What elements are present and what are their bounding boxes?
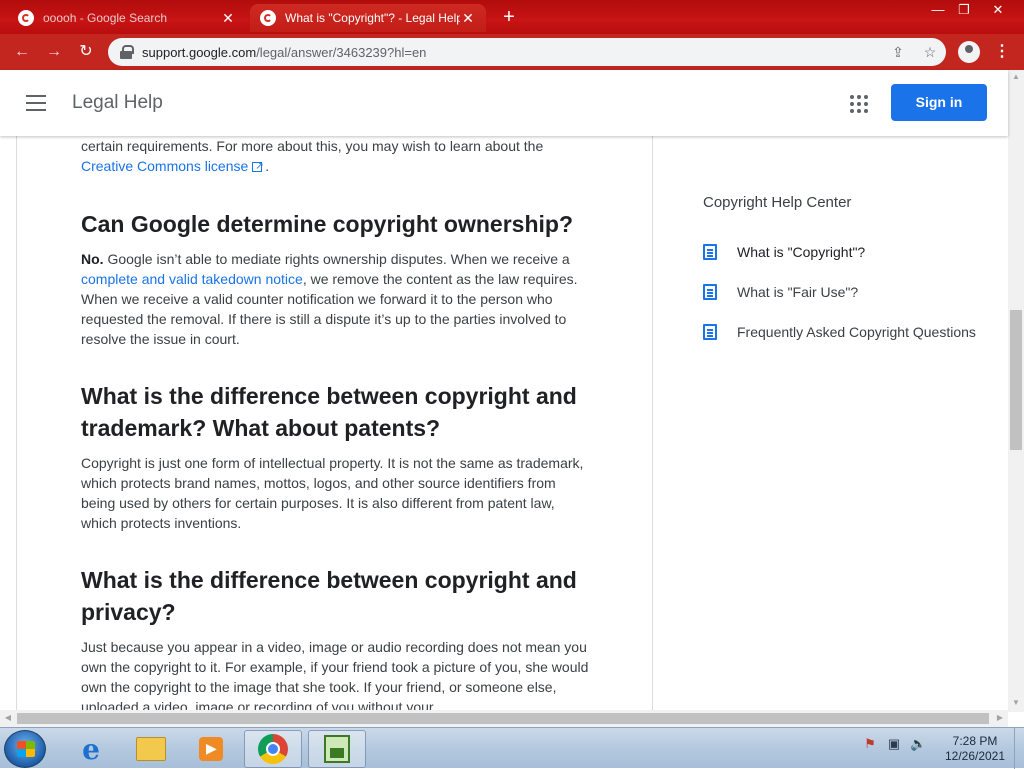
section-heading: What is the difference between copyright… <box>81 567 577 625</box>
url-path: /legal/answer/3463239?hl=en <box>256 44 427 60</box>
windows-taskbar: e ⚑ ▣ 🔈 7:28 PM 12/26/2021 <box>0 727 1024 769</box>
taskbar-clock[interactable]: 7:28 PM 12/26/2021 <box>938 734 1012 764</box>
scroll-up-arrow-icon[interactable]: ▲ <box>1008 72 1024 81</box>
google-apps-icon[interactable] <box>850 95 868 113</box>
sidebar-item-label: What is "Fair Use"? <box>737 284 859 300</box>
action-center-flag-icon[interactable]: ⚑ <box>862 736 878 752</box>
volume-icon[interactable]: 🔈 <box>910 736 926 752</box>
tab-google-search[interactable]: ooooh - Google Search ✕ <box>8 4 246 32</box>
media-player-icon <box>199 737 223 761</box>
taskbar-file-explorer[interactable] <box>122 730 180 768</box>
article: certain requirements. For more about thi… <box>16 136 653 710</box>
taskbar-recorder-app[interactable] <box>308 730 366 768</box>
vertical-scrollbar[interactable]: ▲ ▼ <box>1008 70 1024 712</box>
tab-title: What is "Copyright"? - Legal Help <box>285 11 460 25</box>
lock-icon <box>120 45 134 59</box>
start-button[interactable] <box>4 730 46 768</box>
system-tray: ⚑ ▣ 🔈 <box>862 736 926 752</box>
folder-icon <box>136 737 166 761</box>
sidebar-item-faq[interactable]: Frequently Asked Copyright Questions <box>703 320 1003 344</box>
taskbar-chrome[interactable] <box>244 730 302 768</box>
hamburger-menu-icon[interactable] <box>26 95 46 111</box>
clock-time: 7:28 PM <box>952 734 998 748</box>
browser-menu-icon[interactable]: ⋮ <box>994 40 1010 64</box>
close-window-button[interactable]: ✕ <box>986 2 1010 18</box>
chrome-icon <box>258 734 288 764</box>
sign-in-button[interactable]: Sign in <box>891 84 987 121</box>
scroll-left-arrow-icon[interactable]: ◀ <box>0 713 16 722</box>
intro-end: . <box>265 158 270 174</box>
reload-icon[interactable]: ↻ <box>74 40 98 64</box>
show-desktop-button[interactable] <box>1014 728 1024 769</box>
recorder-app-icon <box>324 735 350 763</box>
creative-commons-link[interactable]: Creative Commons license <box>81 158 248 174</box>
document-icon <box>703 324 717 340</box>
bold-lead: No. <box>81 251 104 267</box>
sidebar-title: Copyright Help Center <box>703 194 852 211</box>
taskbar-internet-explorer[interactable]: e <box>62 730 120 768</box>
horizontal-scroll-thumb[interactable] <box>17 713 989 724</box>
browser-toolbar: ← → ↻ support.google.com/legal/answer/34… <box>0 34 1024 70</box>
tab-title: ooooh - Google Search <box>43 11 168 25</box>
section-paragraph: Just because you appear in a video, imag… <box>81 639 589 710</box>
sidebar-item-label: Frequently Asked Copyright Questions <box>737 324 976 340</box>
takedown-notice-link[interactable]: complete and valid takedown notice <box>81 271 303 287</box>
section-paragraph: No. Google isn’t able to mediate rights … <box>81 249 593 349</box>
sidebar-item-what-is-copyright[interactable]: What is "Copyright"? <box>703 240 1003 264</box>
clock-date: 12/26/2021 <box>944 749 1006 763</box>
vertical-scroll-thumb[interactable] <box>1010 310 1022 450</box>
maximize-button[interactable]: ❐ <box>952 2 976 18</box>
close-tab-icon[interactable]: ✕ <box>220 10 236 27</box>
document-icon <box>703 244 717 260</box>
back-arrow-icon[interactable]: ← <box>10 40 34 64</box>
intro-paragraph: certain requirements. For more about thi… <box>81 136 593 177</box>
section-heading: What is the difference between copyright… <box>81 383 577 441</box>
scroll-down-arrow-icon[interactable]: ▼ <box>1008 698 1024 707</box>
section-paragraph: Copyright is just one form of intellectu… <box>81 455 584 531</box>
document-icon <box>703 284 717 300</box>
minimize-button[interactable]: — <box>926 2 950 18</box>
site-title[interactable]: Legal Help <box>72 92 163 114</box>
page-content: certain requirements. For more about thi… <box>0 136 1008 710</box>
paragraph-text: Google isn’t able to mediate rights owne… <box>103 251 570 267</box>
google-favicon-icon <box>260 10 276 26</box>
close-tab-icon[interactable]: ✕ <box>460 10 476 27</box>
external-link-icon <box>252 157 264 177</box>
internet-explorer-icon: e <box>82 732 100 766</box>
horizontal-scrollbar[interactable]: ◀ ▶ <box>0 710 1008 727</box>
site-header: Legal Help Sign in <box>0 70 1008 136</box>
tab-legal-help[interactable]: What is "Copyright"? - Legal Help ✕ <box>250 4 486 32</box>
google-favicon-icon <box>18 10 34 26</box>
intro-text: certain requirements. For more about thi… <box>81 138 544 154</box>
sidebar-item-fair-use[interactable]: What is "Fair Use"? <box>703 280 1003 304</box>
profile-avatar-icon[interactable] <box>958 41 980 63</box>
forward-arrow-icon[interactable]: → <box>42 40 66 64</box>
network-icon[interactable]: ▣ <box>886 736 902 752</box>
scroll-right-arrow-icon[interactable]: ▶ <box>992 713 1008 722</box>
new-tab-button[interactable]: + <box>498 6 520 28</box>
share-icon[interactable]: ⇪ <box>890 44 906 60</box>
bookmark-star-icon[interactable]: ☆ <box>922 44 938 60</box>
section-heading: Can Google determine copyright ownership… <box>81 211 573 237</box>
url-host: support.google.com <box>142 44 257 60</box>
browser-titlebar: ooooh - Google Search ✕ What is "Copyrig… <box>0 0 1024 34</box>
address-bar[interactable]: support.google.com/legal/answer/3463239?… <box>108 38 946 66</box>
sidebar-item-label: What is "Copyright"? <box>737 244 866 260</box>
taskbar-media-player[interactable] <box>182 730 240 768</box>
